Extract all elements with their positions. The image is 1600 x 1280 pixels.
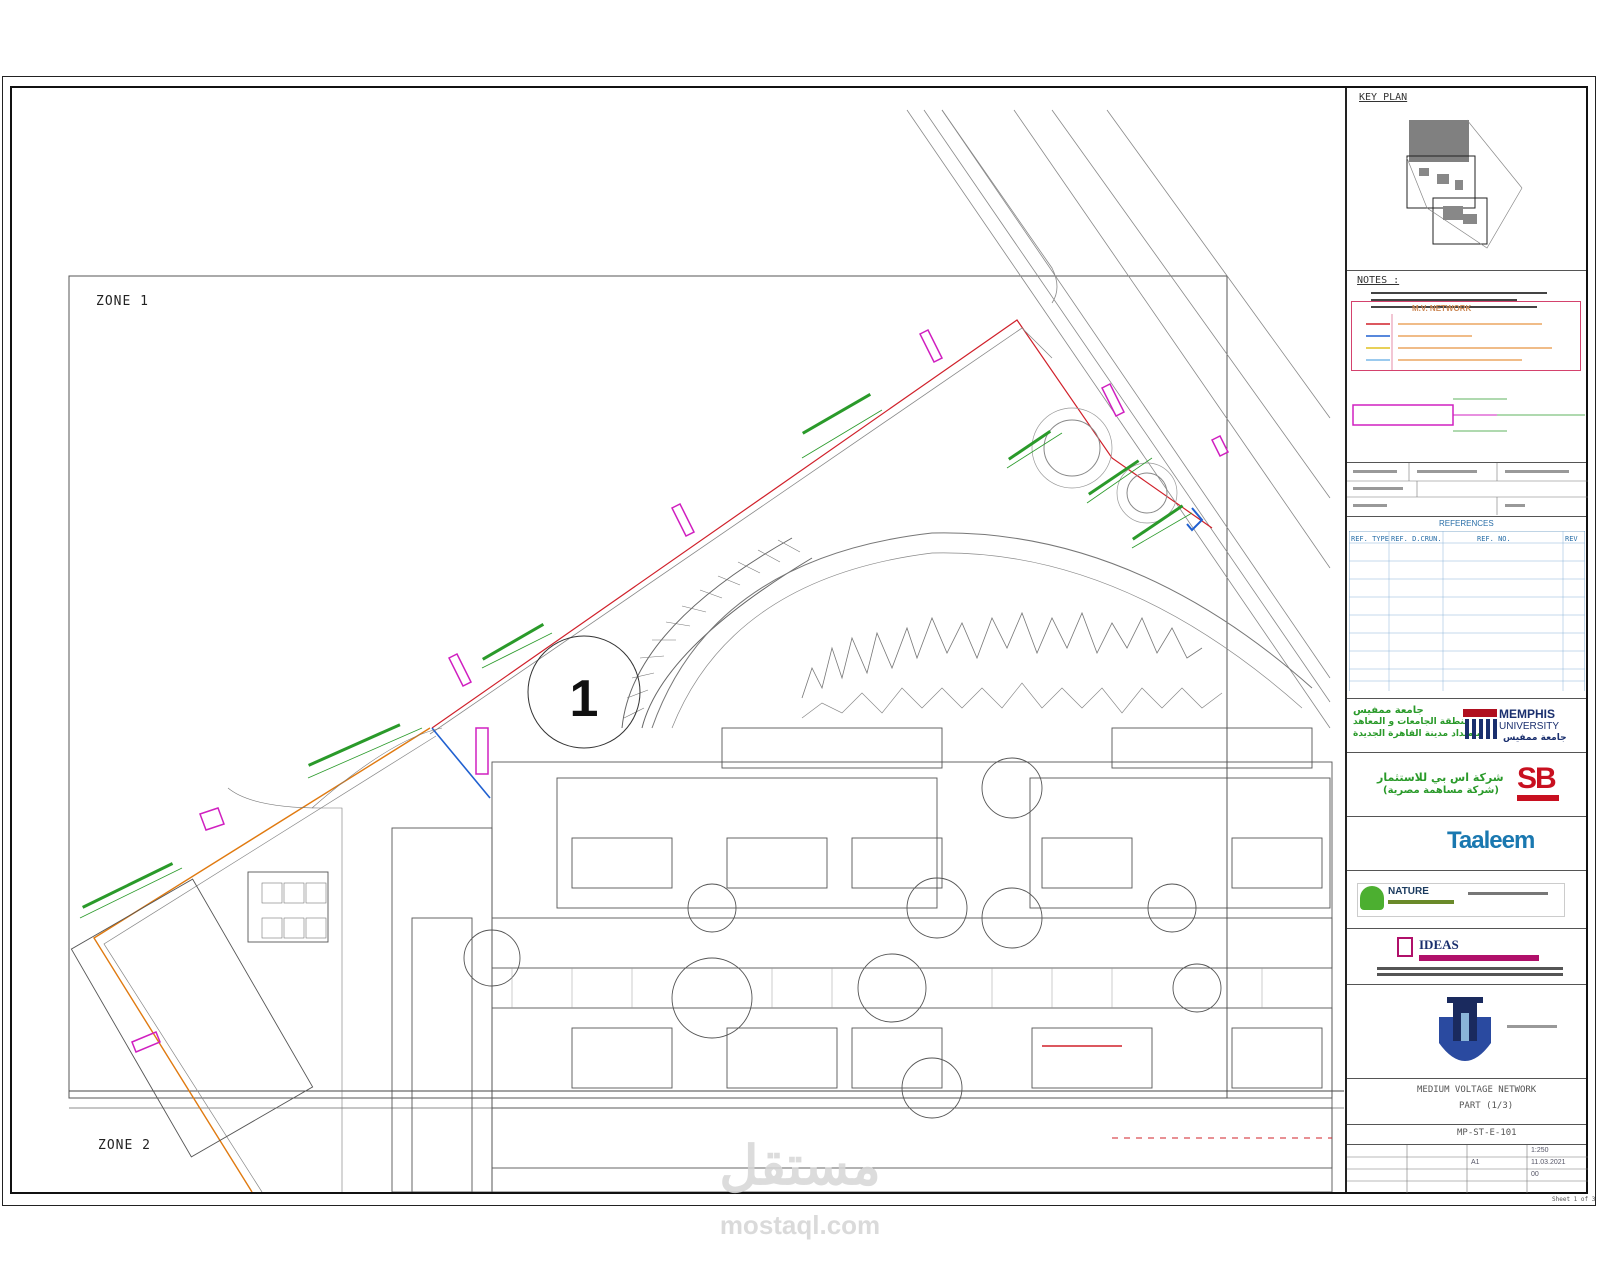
ref-header-rev: REV — [1565, 535, 1578, 543]
road-edge — [429, 327, 1053, 735]
mv-network-title: M.V. NETWORK — [1412, 304, 1472, 313]
owner-panel — [1347, 984, 1586, 1076]
ref-header-drawing: REF. D.CRUN. — [1391, 535, 1442, 543]
owner-crest-icon — [1439, 997, 1491, 1061]
ref-header-type: REF. TYPE — [1351, 535, 1389, 543]
memphis-logo-text-ar: جامعة ممفيس — [1503, 733, 1567, 743]
ref-header-no: REF. NO. — [1477, 535, 1511, 543]
client-panel: جامعة ممفيس منطقة الجامعات و المعاهد بام… — [1347, 698, 1586, 750]
manager-panel: Taaleem — [1347, 816, 1586, 868]
developer-panel: شركة اس بي للاستثمار (شركة مساهمة مصرية)… — [1347, 752, 1586, 814]
notes-panel: NOTES : M.V. NETWORK — [1347, 270, 1586, 460]
client-name-ar-2: منطقة الجامعات و المعاهد — [1353, 717, 1470, 727]
memphis-logo-text-1: MEMPHIS — [1499, 707, 1556, 721]
client-name-ar-3: بامتداد مدينة القاهرة الجديدة — [1353, 729, 1481, 739]
developer-name-ar-2: (شركة مساهمة مصرية) — [1383, 785, 1499, 796]
zone-1-label: ZONE 1 — [96, 294, 149, 309]
mv-network-legend: M.V. NETWORK — [1351, 301, 1581, 371]
consultant-panel: NATURE — [1347, 870, 1586, 926]
key-plan-panel: KEY PLAN — [1347, 88, 1586, 268]
approval-grid — [1347, 463, 1588, 515]
zone1-boundary — [68, 275, 1228, 1099]
developer-name-ar-1: شركة اس بي للاستثمار — [1377, 771, 1504, 784]
watermark-logo: مستقل — [719, 1136, 881, 1196]
site-plan-svg: 1 — [68, 109, 1344, 1192]
ideas-logo-icon — [1397, 937, 1413, 957]
ideas-logo-text: IDEAS — [1419, 937, 1459, 952]
mv-cable-orange — [93, 727, 431, 1192]
designer-panel: IDEAS — [1347, 928, 1586, 982]
sb-logo: SB — [1517, 763, 1559, 801]
memphis-logo-text-2: UNIVERSITY — [1499, 721, 1560, 732]
detail-marker-number: 1 — [570, 670, 599, 728]
client-name-ar-1: جامعة ممفيس — [1353, 705, 1424, 716]
green-annotations — [81, 393, 1184, 909]
site-plan-drawing: 1 ZONE 1 ZONE 2 — [12, 88, 1344, 1192]
tree-line — [801, 611, 1203, 699]
sheet-title-line-2: PART (1/3) — [1459, 1101, 1514, 1111]
sheet-title-panel: MEDIUM VOLTAGE NETWORK PART (1/3) — [1347, 1078, 1586, 1122]
tree-icon — [1360, 886, 1384, 910]
cable-schedule-svg — [1352, 398, 1585, 432]
sheet-title-line-1: MEDIUM VOLTAGE NETWORK — [1417, 1085, 1537, 1095]
mv-cable-blue — [431, 727, 491, 799]
title-block: KEY PLAN NOTES : M.V. NETWORK REFERENCES… — [1345, 88, 1588, 1193]
sb-logo-text: SB — [1517, 762, 1557, 795]
approval-panel — [1347, 462, 1588, 515]
nature-logo: NATURE — [1357, 883, 1565, 917]
mv-cable-red — [431, 319, 1213, 729]
watermark-domain: mostaql.com — [719, 1210, 881, 1240]
highway-lines — [906, 109, 1331, 729]
references-panel: REFERENCES REF. TYPE REF. D.CRUN. REF. N… — [1347, 516, 1586, 696]
internal-road — [651, 532, 1313, 729]
building-grid — [511, 968, 1263, 1008]
references-grid — [1349, 531, 1585, 691]
courtyard-circles — [463, 757, 1222, 1119]
building-blocks — [70, 727, 1333, 1192]
key-plan-svg — [1406, 119, 1523, 249]
magenta-markers — [131, 328, 1230, 1053]
sheet-footer: Sheet 1 of 3 — [1552, 1196, 1596, 1203]
nature-logo-text: NATURE — [1388, 886, 1429, 897]
references-title: REFERENCES — [1439, 519, 1494, 528]
roundabout-1 — [1043, 419, 1101, 477]
memphis-logo-icon — [1463, 709, 1497, 739]
taaleem-logo: Taaleem — [1447, 827, 1535, 854]
parking-lots — [227, 727, 443, 1192]
